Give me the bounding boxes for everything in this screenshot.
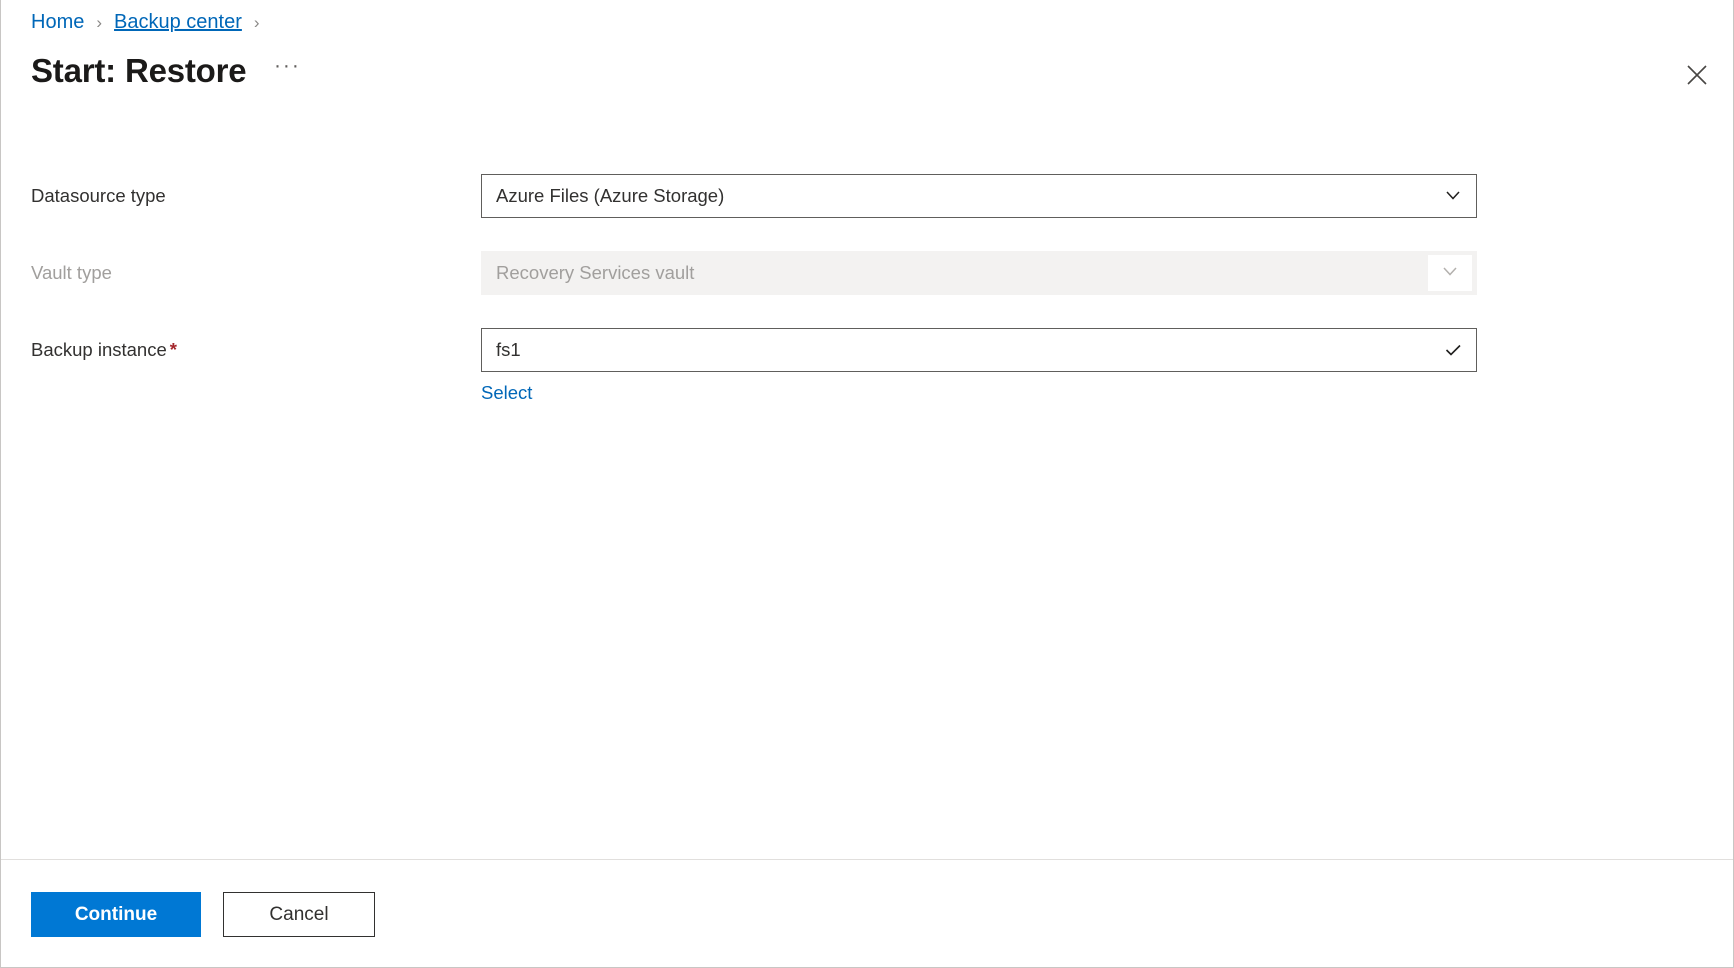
breadcrumb-separator-icon: › (254, 14, 260, 31)
close-button[interactable] (1679, 57, 1715, 93)
breadcrumb-item-backup-center[interactable]: Backup center (114, 12, 242, 32)
vault-type-value: Recovery Services vault (482, 252, 1428, 294)
datasource-type-dropdown-toggle[interactable] (1430, 175, 1476, 217)
page-title: Start: Restore (31, 53, 246, 89)
checkmark-icon (1430, 329, 1476, 371)
backup-instance-textbox[interactable] (481, 328, 1477, 372)
blade-start-restore: Home › Backup center › Start: Restore ··… (0, 0, 1734, 968)
breadcrumb-item-home[interactable]: Home (31, 12, 84, 32)
datasource-type-value: Azure Files (Azure Storage) (482, 175, 1430, 217)
ellipsis-icon[interactable]: ··· (270, 54, 304, 88)
field-control-datasource-type: Azure Files (Azure Storage) (481, 174, 1477, 218)
backup-instance-input[interactable] (482, 329, 1430, 371)
blade-body: Datasource type Azure Files (Azure Stora… (1, 102, 1733, 859)
title-row: Start: Restore ··· (31, 40, 1711, 102)
cancel-button[interactable]: Cancel (223, 892, 375, 937)
backup-instance-select-link[interactable]: Select (481, 382, 532, 404)
close-icon (1686, 64, 1708, 86)
breadcrumb-separator-icon: › (96, 14, 102, 31)
label-backup-instance-text: Backup instance (31, 339, 167, 360)
label-backup-instance: Backup instance* (31, 328, 481, 372)
form-row-vault-type: Vault type Recovery Services vault (1, 251, 1733, 295)
form-row-backup-instance: Backup instance* Select (1, 328, 1733, 404)
required-marker: * (170, 339, 177, 360)
field-control-backup-instance: Select (481, 328, 1477, 404)
vault-type-dropdown: Recovery Services vault (481, 251, 1477, 295)
label-datasource-type: Datasource type (31, 174, 481, 218)
form-row-datasource-type: Datasource type Azure Files (Azure Stora… (1, 174, 1733, 218)
blade-footer: Continue Cancel (1, 859, 1733, 967)
continue-button[interactable]: Continue (31, 892, 201, 937)
blade-header: Home › Backup center › Start: Restore ··… (1, 0, 1733, 102)
breadcrumb: Home › Backup center › (31, 0, 1711, 38)
vault-type-dropdown-toggle (1428, 255, 1472, 291)
chevron-down-icon (1442, 184, 1464, 209)
label-vault-type: Vault type (31, 251, 481, 295)
field-control-vault-type: Recovery Services vault (481, 251, 1477, 295)
chevron-down-icon (1439, 260, 1461, 287)
datasource-type-dropdown[interactable]: Azure Files (Azure Storage) (481, 174, 1477, 218)
